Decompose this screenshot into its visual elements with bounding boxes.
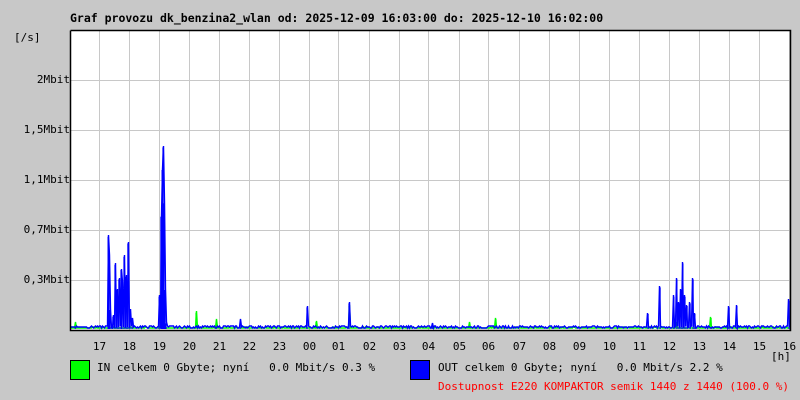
availability-text: Dostupnost E220 KOMPAKTOR semik 1440 z 1… <box>438 380 789 393</box>
legend-out-swatch <box>410 360 430 380</box>
legend-out-text: OUT celkem 0 Gbyte; nyní 0.0 Mbit/s 2.2 … <box>438 361 723 374</box>
plot-area <box>69 29 792 332</box>
legend-in-text: IN celkem 0 Gbyte; nyní 0.0 Mbit/s 0.3 % <box>97 361 376 374</box>
legend-in-swatch <box>70 360 90 380</box>
